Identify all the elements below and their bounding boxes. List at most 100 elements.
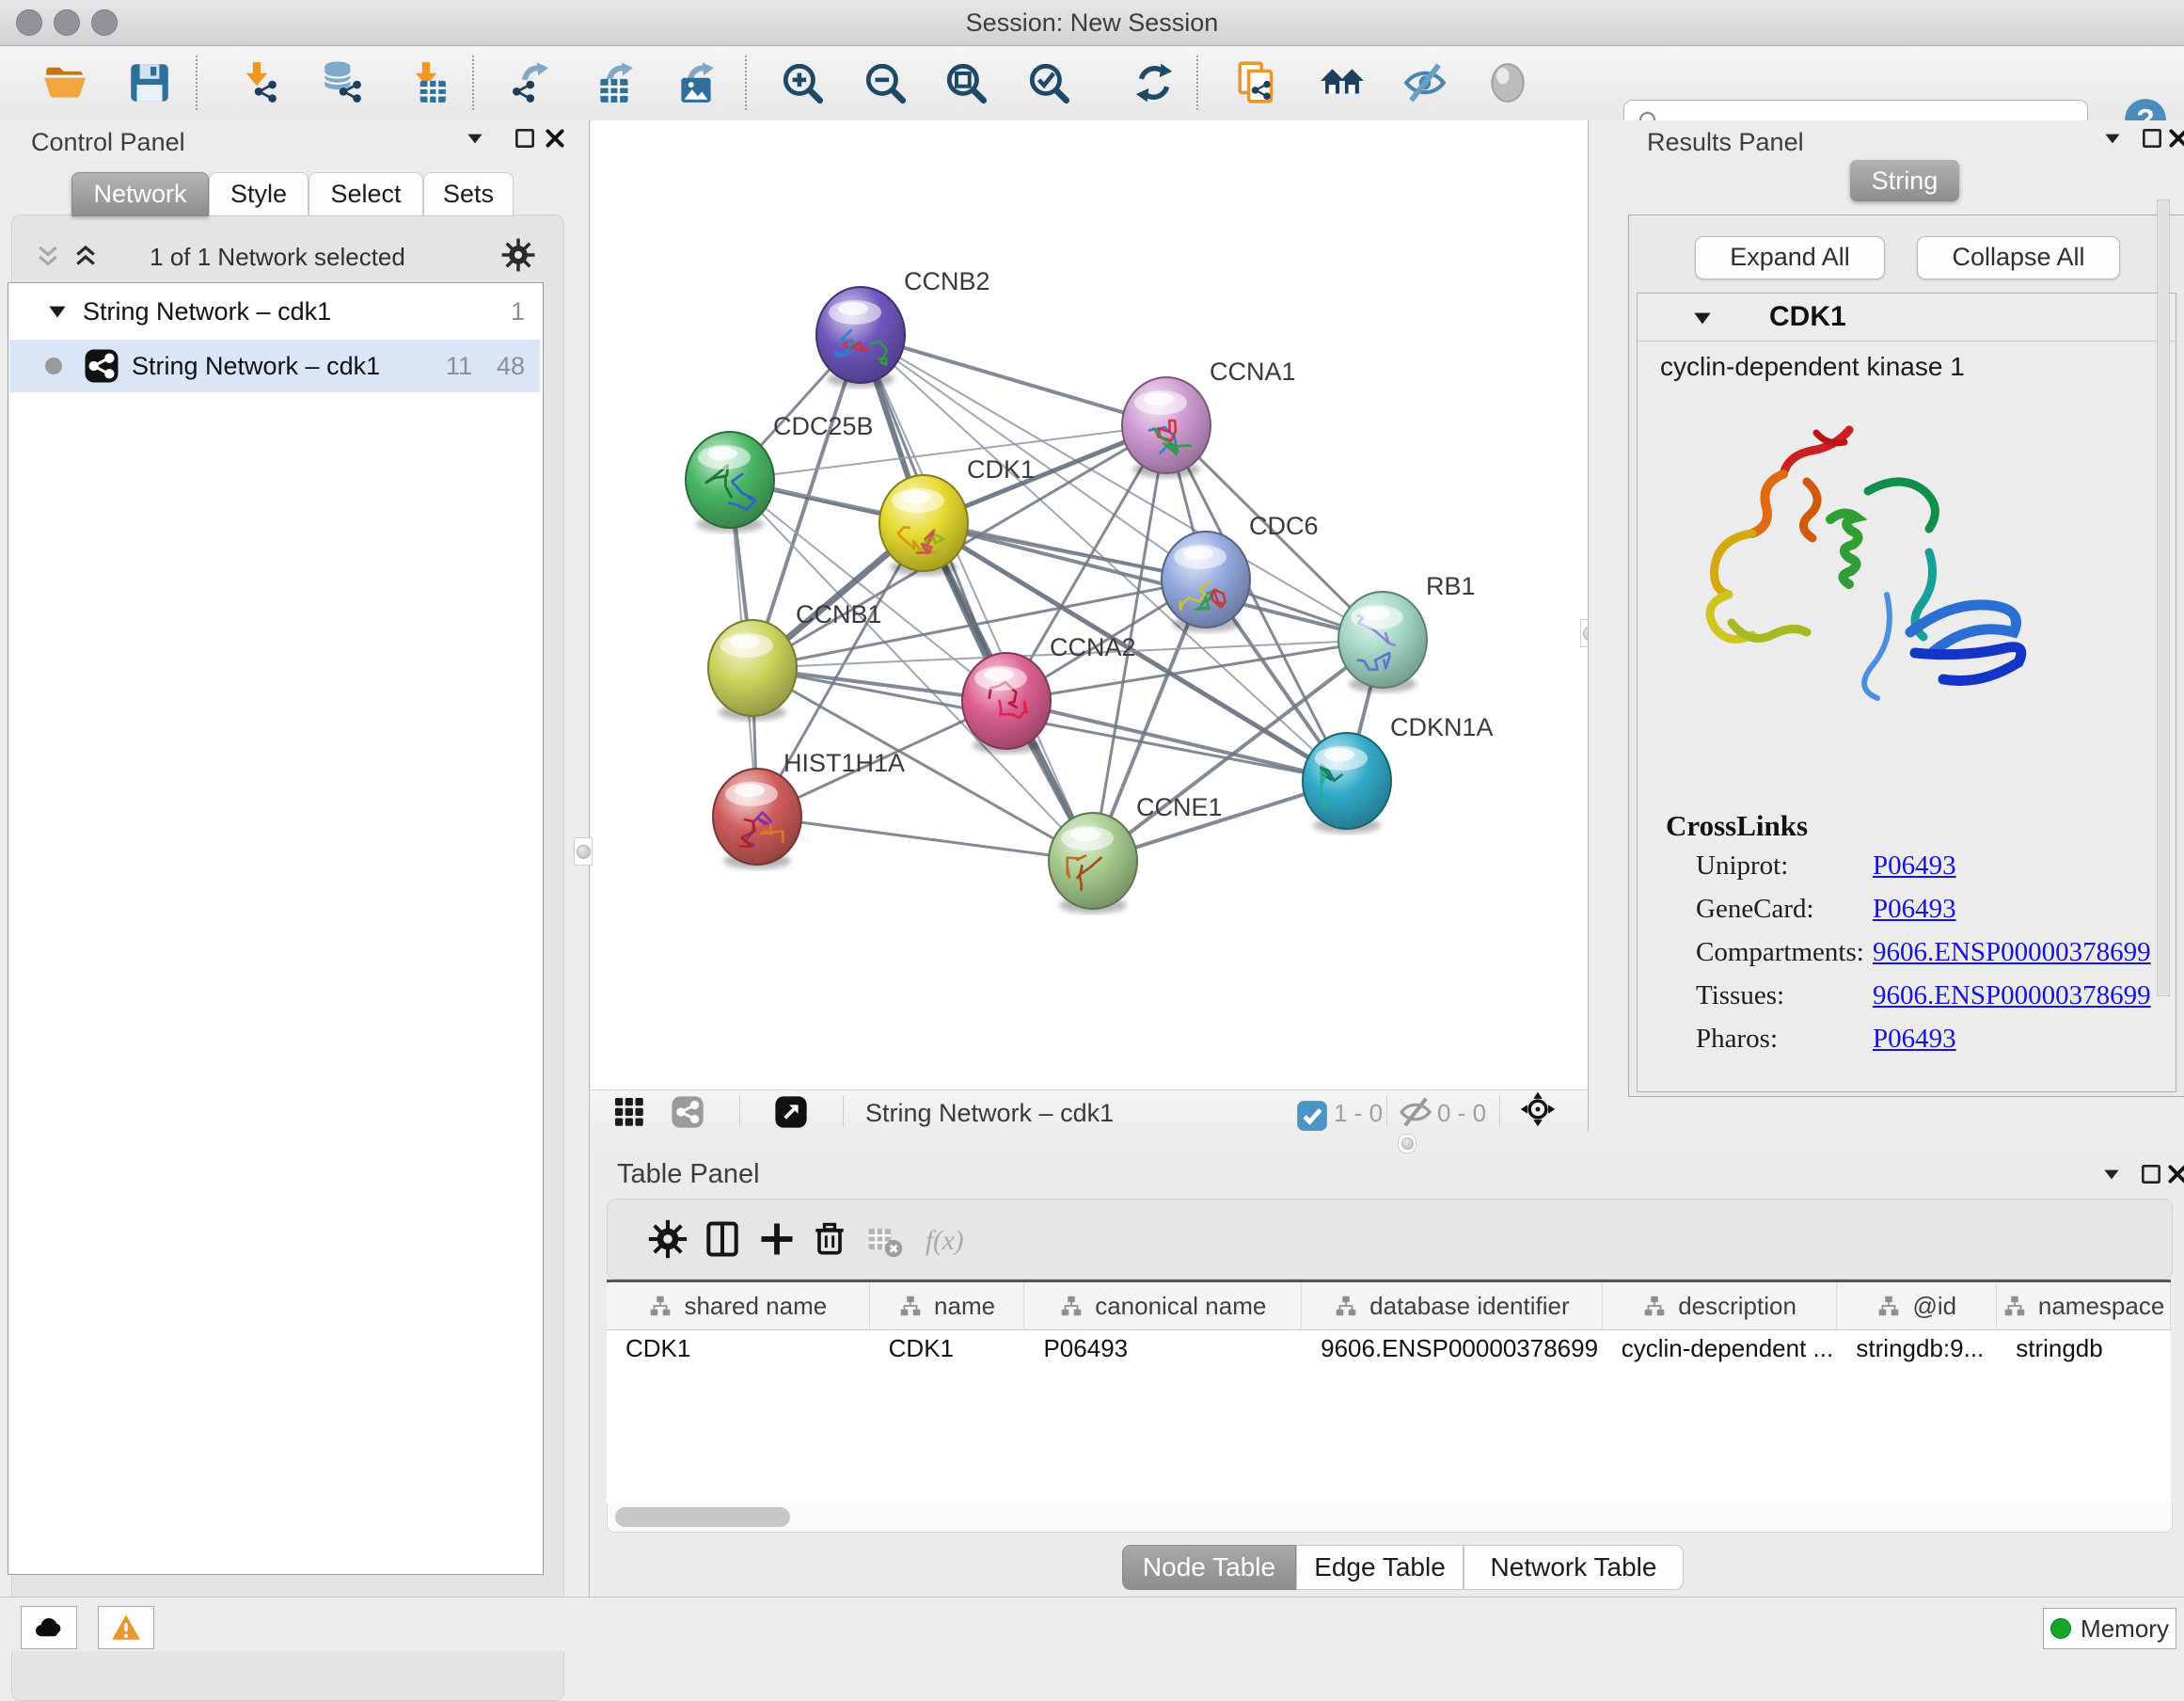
cell[interactable]: CDK1 — [870, 1334, 1025, 1363]
results-scrollbar[interactable] — [2157, 199, 2170, 996]
tab-style[interactable]: Style — [209, 172, 309, 216]
crosslink-link[interactable]: 9606.ENSP00000378699 — [1873, 980, 2151, 1011]
crosslink-link[interactable]: P06493 — [1873, 850, 1956, 882]
column-header-name[interactable]: name — [870, 1282, 1025, 1329]
network-options-gear-icon[interactable] — [500, 237, 536, 273]
tab-sets[interactable]: Sets — [423, 172, 514, 216]
node-RB1[interactable] — [1338, 592, 1427, 692]
add-column-button[interactable] — [756, 1218, 798, 1260]
tab-edge-table[interactable]: Edge Table — [1296, 1545, 1464, 1590]
hide-selection-button[interactable] — [1401, 59, 1448, 106]
collapse-all-icon[interactable] — [34, 243, 62, 267]
tab-select[interactable]: Select — [309, 172, 423, 216]
network-canvas[interactable]: CCNB2CCNA1CDC25BCDK1CDC6RB1CCNB1CCNA2CDK… — [591, 120, 1588, 1089]
close-panel-icon[interactable] — [2165, 1162, 2184, 1186]
cloud-status-button[interactable] — [21, 1606, 77, 1649]
warnings-button[interactable] — [98, 1606, 154, 1649]
grid-view-icon[interactable] — [611, 1094, 647, 1130]
network-collection-row[interactable]: String Network – cdk1 1 — [9, 285, 540, 338]
open-session-button[interactable] — [41, 59, 88, 106]
panel-menu-icon[interactable] — [2099, 1162, 2124, 1186]
node-CDK1[interactable] — [879, 475, 968, 576]
close-panel-icon[interactable] — [543, 126, 567, 151]
tab-network-table[interactable]: Network Table — [1464, 1545, 1684, 1590]
column-label: namespace — [2038, 1292, 2164, 1321]
network-row[interactable]: String Network – cdk1 11 48 — [9, 340, 540, 392]
crosslink-link[interactable]: P06493 — [1873, 1024, 1956, 1055]
protein-card-header[interactable]: CDK1 — [1638, 294, 2176, 342]
delete-column-button[interactable] — [809, 1218, 850, 1260]
edge-CCNB2-CCNA1[interactable] — [861, 335, 1166, 425]
column-header-databaseidentifier[interactable]: database identifier — [1302, 1282, 1603, 1329]
selected-checkbox-icon[interactable] — [1294, 1098, 1322, 1134]
crosslink-row: Compartments:9606.ENSP00000378699 — [1696, 937, 2166, 980]
node-CCNA1[interactable] — [1122, 377, 1211, 478]
node-CDC25B[interactable] — [686, 432, 774, 533]
left-splitter-grip[interactable] — [574, 837, 593, 866]
column-header-namespace[interactable]: namespace — [1997, 1282, 2171, 1329]
expander-icon[interactable] — [45, 299, 70, 324]
panel-menu-icon[interactable] — [463, 126, 487, 151]
cell[interactable]: stringdb — [1997, 1334, 2171, 1363]
close-panel-icon[interactable] — [2166, 126, 2184, 151]
splitter-grip[interactable] — [1398, 1134, 1416, 1153]
tab-string[interactable]: String — [1850, 160, 1959, 201]
node-CCNB1[interactable] — [708, 620, 797, 721]
save-session-button[interactable] — [126, 59, 173, 106]
edge-HIST1H1A-CCNE1[interactable] — [757, 817, 1093, 861]
node-CCNE1[interactable] — [1049, 813, 1137, 914]
table-row[interactable]: CDK1CDK1P064939606.ENSP00000378699cyclin… — [607, 1330, 2171, 1366]
apply-preferred-layout-button[interactable] — [1131, 59, 1178, 106]
cell[interactable]: stringdb:9... — [1837, 1334, 1997, 1363]
cell[interactable]: 9606.ENSP00000378699 — [1302, 1334, 1603, 1363]
panel-menu-icon[interactable] — [2100, 126, 2125, 151]
edge-CCNB2-CCNE1[interactable] — [861, 335, 1093, 861]
column-header-description[interactable]: description — [1603, 1282, 1838, 1329]
crosslink-link[interactable]: P06493 — [1873, 894, 1956, 925]
collapse-section-icon[interactable] — [1690, 306, 1715, 330]
float-panel-icon[interactable] — [2140, 126, 2164, 151]
scrollbar-thumb[interactable] — [615, 1507, 790, 1527]
node-CDC6[interactable] — [1162, 532, 1250, 632]
zoom-selected-button[interactable] — [1025, 59, 1072, 106]
expand-all-button[interactable]: Expand All — [1695, 236, 1885, 279]
node-CCNB2[interactable] — [816, 287, 905, 388]
birds-eye-view-icon[interactable] — [773, 1094, 809, 1130]
cell[interactable]: CDK1 — [607, 1334, 870, 1363]
export-table-button[interactable] — [593, 59, 640, 106]
tab-node-table[interactable]: Node Table — [1122, 1545, 1296, 1590]
node-CDKN1A[interactable] — [1303, 733, 1391, 834]
zoom-out-button[interactable] — [862, 59, 909, 106]
zoom-fit-content-button[interactable] — [942, 59, 989, 106]
column-header-sharedname[interactable]: shared name — [607, 1282, 870, 1329]
import-network-from-database-button[interactable] — [318, 59, 365, 106]
float-panel-icon[interactable] — [513, 126, 537, 151]
tab-network[interactable]: Network — [71, 172, 209, 216]
show-columns-button[interactable] — [702, 1218, 743, 1260]
crosslink-link[interactable]: 9606.ENSP00000378699 — [1873, 937, 2151, 968]
column-header-canonicalname[interactable]: canonical name — [1024, 1282, 1302, 1329]
column-header-id[interactable]: @id — [1837, 1282, 1997, 1329]
export-network-button[interactable] — [508, 59, 555, 106]
select-first-neighbors-button[interactable] — [1319, 59, 1366, 106]
zoom-in-button[interactable] — [779, 59, 826, 106]
cell[interactable]: cyclin-dependent ... — [1603, 1334, 1838, 1363]
export-image-button[interactable] — [673, 59, 720, 106]
memory-button[interactable]: Memory — [2043, 1608, 2176, 1649]
column-label: description — [1678, 1292, 1796, 1321]
crosshair-icon[interactable] — [1520, 1091, 1559, 1131]
import-table-from-file-button[interactable] — [403, 59, 450, 106]
collapse-all-button[interactable]: Collapse All — [1917, 236, 2120, 279]
new-network-from-selection-button[interactable] — [1234, 59, 1281, 106]
share-view-icon[interactable] — [670, 1094, 705, 1130]
edge-CCNA2-CDKN1A[interactable] — [1006, 701, 1347, 781]
show-all-button[interactable] — [1484, 59, 1531, 106]
node-HIST1H1A[interactable] — [713, 769, 801, 869]
cell[interactable]: P06493 — [1024, 1334, 1302, 1363]
import-network-from-file-button[interactable] — [233, 59, 280, 106]
horizontal-splitter[interactable] — [591, 1132, 2184, 1154]
table-horizontal-scrollbar[interactable] — [607, 1503, 2173, 1533]
table-settings-button[interactable] — [647, 1218, 688, 1260]
float-panel-icon[interactable] — [2139, 1162, 2163, 1186]
node-table[interactable]: shared namenamecanonical namedatabase id… — [607, 1280, 2171, 1506]
